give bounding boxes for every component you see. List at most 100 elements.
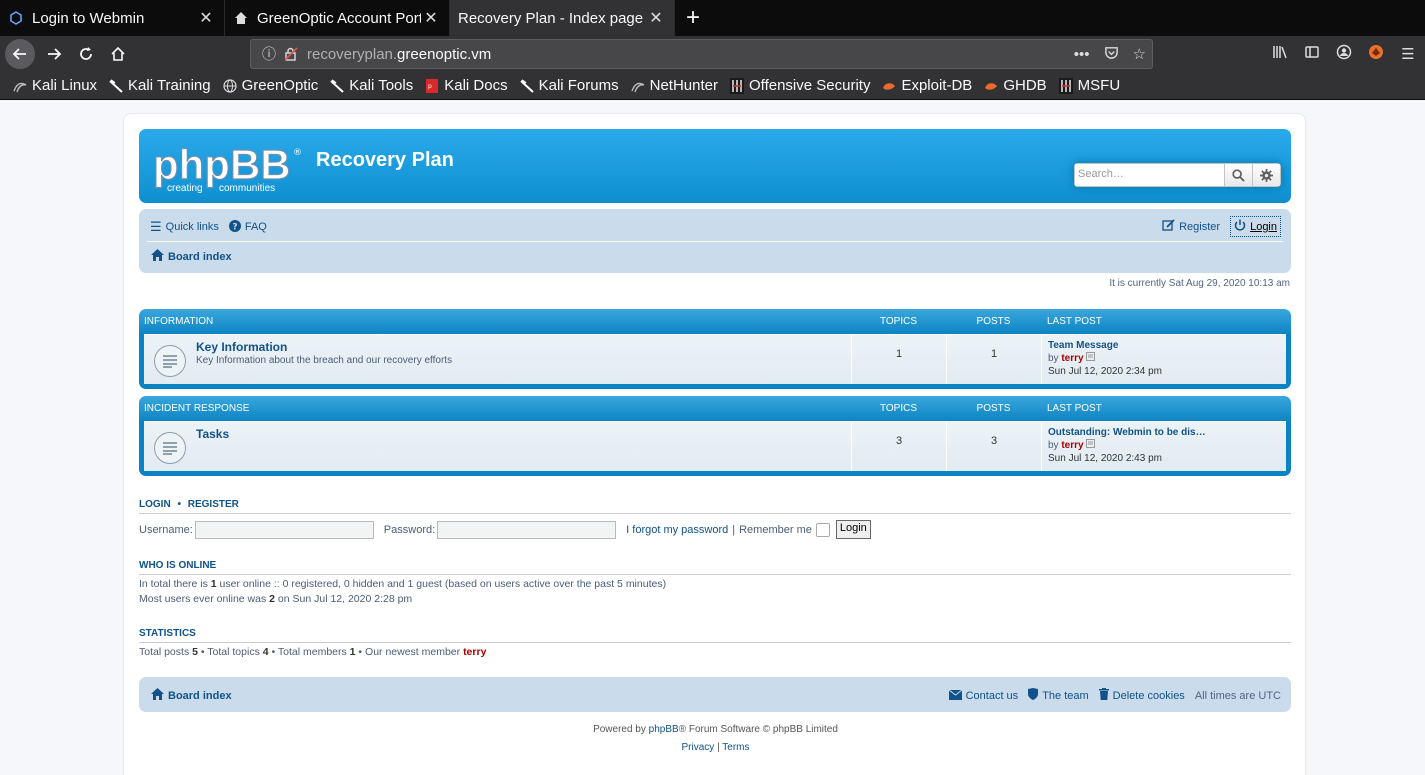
tab-webmin[interactable]: Login to Webmin ✕ bbox=[0, 0, 225, 36]
tab-title: Recovery Plan - Index page bbox=[458, 9, 644, 27]
search-input[interactable]: Search… bbox=[1074, 163, 1225, 187]
url-text[interactable]: recoveryplan.greenoptic.vm bbox=[307, 46, 491, 63]
privacy-link[interactable]: Privacy bbox=[681, 742, 714, 753]
insecure-lock-icon[interactable] bbox=[283, 46, 299, 62]
who-is-online-heading[interactable]: WHO IS ONLINE bbox=[139, 560, 1291, 575]
view-latest-post-icon[interactable] bbox=[1086, 439, 1096, 452]
pocket-icon[interactable] bbox=[1104, 45, 1119, 64]
nav-divider bbox=[147, 241, 1283, 242]
close-icon[interactable]: ✕ bbox=[421, 8, 441, 28]
register-link[interactable]: Register bbox=[1162, 219, 1220, 234]
home-button[interactable] bbox=[102, 38, 134, 70]
terms-link[interactable]: Terms bbox=[722, 742, 749, 753]
footer-board-index[interactable]: Board index bbox=[151, 688, 232, 703]
forum-title-link[interactable]: Tasks bbox=[196, 427, 229, 441]
bookmark-nethunter[interactable]: NetHunter bbox=[630, 77, 718, 94]
bookmark-ghdb[interactable]: GHDB bbox=[983, 77, 1047, 94]
star-icon[interactable]: ☆ bbox=[1133, 45, 1146, 63]
offsec-icon bbox=[729, 77, 745, 94]
svg-text:communities: communities bbox=[219, 183, 275, 193]
power-icon bbox=[1234, 219, 1246, 234]
category-information: INFORMATION TOPICS POSTS LAST POST Key I… bbox=[139, 309, 1291, 389]
bookmarks-toolbar: Kali Linux Kali Training GreenOptic Kali… bbox=[0, 72, 1425, 100]
sidebar-icon[interactable] bbox=[1301, 44, 1323, 64]
edit-icon bbox=[1162, 219, 1175, 234]
category-title[interactable]: INCIDENT RESPONSE bbox=[144, 403, 851, 414]
svg-text:phpBB: phpBB bbox=[153, 141, 291, 188]
advanced-search-button[interactable] bbox=[1253, 163, 1281, 187]
remember-me-checkbox[interactable] bbox=[815, 522, 830, 537]
svg-text:?: ? bbox=[232, 222, 237, 232]
view-latest-post-icon[interactable] bbox=[1086, 352, 1096, 365]
login-heading-link[interactable]: LOGIN bbox=[139, 499, 171, 510]
last-post-author-link[interactable]: terry bbox=[1061, 353, 1083, 364]
extension-icon[interactable] bbox=[1365, 44, 1387, 64]
menu-icon[interactable]: ☰ bbox=[1397, 45, 1419, 63]
online-info: In total there is 1 user online :: 0 reg… bbox=[139, 578, 667, 605]
forum-description: Key Information about the breach and our… bbox=[196, 355, 453, 366]
bookmark-exploit-db[interactable]: Exploit-DB bbox=[881, 77, 972, 94]
close-icon[interactable]: ✕ bbox=[646, 8, 666, 28]
svg-text:creating: creating bbox=[167, 183, 203, 193]
globe-icon bbox=[222, 78, 238, 94]
bookmark-greenoptic[interactable]: GreenOptic bbox=[222, 77, 318, 94]
bookmark-kali-docs[interactable]: p Kali Docs bbox=[424, 77, 508, 94]
webmin-icon bbox=[8, 10, 24, 26]
phpbb-link[interactable]: phpBB bbox=[649, 724, 679, 735]
post-count: 1 bbox=[946, 335, 1041, 384]
faq-link[interactable]: ? FAQ bbox=[228, 219, 267, 235]
column-topics: TOPICS bbox=[879, 316, 918, 327]
bookmark-kali-linux[interactable]: Kali Linux bbox=[12, 77, 97, 94]
last-post-title-link[interactable]: Team Message bbox=[1048, 339, 1280, 352]
current-time: It is currently Sat Aug 29, 2020 10:13 a… bbox=[1109, 278, 1290, 289]
info-icon[interactable]: ⓘ bbox=[259, 44, 279, 64]
reload-button[interactable] bbox=[70, 38, 102, 70]
category-title[interactable]: INFORMATION bbox=[144, 316, 851, 327]
footer-links: Privacy | Terms bbox=[681, 742, 750, 753]
address-bar[interactable]: ⓘ recoveryplan.greenoptic.vm ••• ☆ bbox=[250, 39, 1153, 69]
navbar: ☰ Quick links ? FAQ Register Login Board i… bbox=[139, 209, 1291, 273]
library-icon[interactable] bbox=[1269, 44, 1291, 64]
login-link[interactable]: Login bbox=[1230, 216, 1281, 237]
column-posts: POSTS bbox=[976, 316, 1011, 327]
team-link[interactable]: The team bbox=[1028, 688, 1089, 703]
back-button[interactable] bbox=[5, 39, 35, 69]
username-field[interactable] bbox=[194, 520, 374, 539]
forgot-password-link[interactable]: I forgot my password bbox=[626, 524, 728, 536]
forum-row: Key Information Key Information about th… bbox=[144, 334, 1286, 384]
page-actions-icon[interactable]: ••• bbox=[1074, 46, 1090, 63]
newest-member-link[interactable]: terry bbox=[463, 646, 486, 658]
bookmark-msfu[interactable]: MSFU bbox=[1058, 77, 1120, 94]
tab-recovery-plan[interactable]: Recovery Plan - Index page ✕ bbox=[450, 0, 675, 36]
search-button[interactable] bbox=[1225, 163, 1253, 187]
phpbb-logo[interactable]: phpBB ® creating communities bbox=[152, 140, 303, 194]
search-icon bbox=[1232, 168, 1245, 182]
new-tab-button[interactable]: + bbox=[675, 0, 711, 36]
account-icon[interactable] bbox=[1333, 44, 1355, 64]
login-button[interactable]: Login bbox=[835, 520, 871, 539]
site-title[interactable]: Recovery Plan bbox=[316, 149, 454, 172]
register-heading-link[interactable]: REGISTER bbox=[188, 499, 239, 510]
bookmark-kali-forums[interactable]: Kali Forums bbox=[519, 77, 619, 94]
login-heading: LOGIN • REGISTER bbox=[139, 499, 1291, 514]
last-post-title-link[interactable]: Outstanding: Webmin to be dis… bbox=[1048, 426, 1280, 439]
breadcrumb[interactable]: Board index bbox=[151, 249, 232, 264]
forum-title-link[interactable]: Key Information bbox=[196, 340, 452, 354]
kali-icon bbox=[12, 78, 28, 94]
close-icon[interactable]: ✕ bbox=[196, 8, 216, 28]
bookmark-kali-tools[interactable]: Kali Tools bbox=[329, 77, 413, 94]
last-post-author-link[interactable]: terry bbox=[1061, 440, 1083, 451]
bookmark-offensive-security[interactable]: Offensive Security bbox=[729, 77, 870, 94]
tab-greenoptic[interactable]: GreenOptic Account Port ✕ bbox=[225, 0, 450, 36]
bookmark-kali-training[interactable]: Kali Training bbox=[108, 77, 211, 94]
exploitdb-icon bbox=[881, 78, 897, 94]
statistics-heading: STATISTICS bbox=[139, 628, 1291, 643]
topic-count: 3 bbox=[851, 422, 946, 471]
password-field[interactable] bbox=[437, 520, 617, 539]
contact-us-link[interactable]: Contact us bbox=[948, 689, 1018, 703]
forum-read-icon bbox=[154, 345, 186, 377]
quick-links-menu[interactable]: ☰ Quick links bbox=[150, 219, 219, 235]
delete-cookies-link[interactable]: Delete cookies bbox=[1098, 688, 1185, 703]
ghdb-icon bbox=[983, 78, 999, 94]
forward-button[interactable] bbox=[38, 38, 70, 70]
